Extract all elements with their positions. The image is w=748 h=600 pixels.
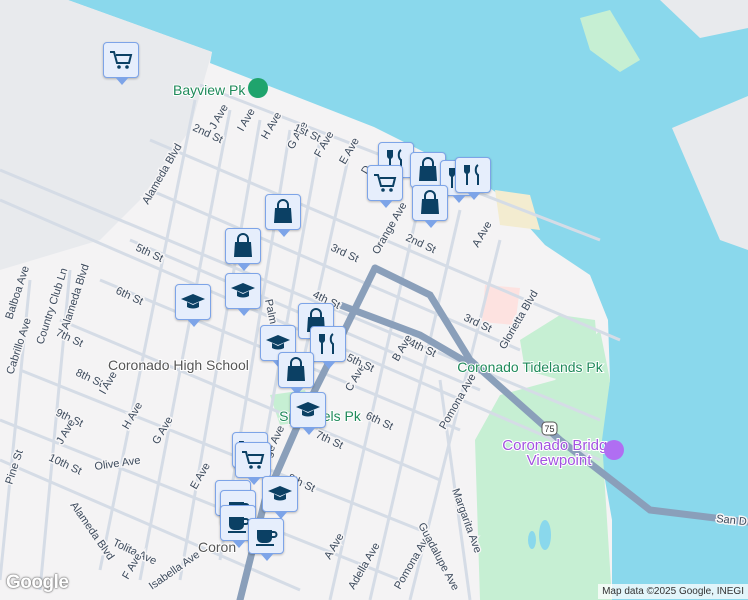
camera-icon[interactable]: [604, 440, 624, 460]
marker-shopping-cart[interactable]: [235, 442, 271, 485]
shopping-bag-icon: [421, 190, 439, 214]
shopping-bag-icon: [234, 233, 252, 257]
marker-shopping-bag[interactable]: [412, 185, 448, 228]
marker-graduation-cap[interactable]: [262, 476, 298, 519]
park-icon: [248, 78, 268, 98]
attribution[interactable]: Map data ©2025 Google, INEGI: [598, 584, 748, 599]
shopping-bag-icon: [287, 357, 305, 381]
marker-shopping-bag[interactable]: [265, 194, 301, 237]
marker-shopping-cart[interactable]: [367, 165, 403, 208]
marker-shopping-cart[interactable]: [103, 42, 139, 85]
city-label: Coron: [198, 539, 236, 555]
marker-shopping-bag[interactable]: [225, 228, 261, 271]
graduation-cap-icon: [268, 486, 292, 501]
shopping-bag-icon: [274, 199, 292, 223]
graduation-cap-icon: [181, 294, 205, 309]
park-label[interactable]: Coronado Tidelands Pk: [456, 358, 605, 376]
marker-graduation-cap[interactable]: [225, 273, 261, 316]
shopping-cart-icon: [242, 451, 265, 469]
restaurant-icon: [464, 164, 479, 185]
graduation-cap-icon: [296, 402, 320, 417]
poi-label[interactable]: Viewpoint: [526, 451, 594, 470]
coffee-icon: [256, 530, 278, 546]
marker-shopping-bag[interactable]: [278, 352, 314, 395]
school-label: Coronado High School: [108, 357, 249, 373]
restaurant-icon: [319, 333, 334, 354]
marker-coffee[interactable]: [248, 518, 284, 561]
graduation-cap-icon: [231, 283, 255, 298]
marker-graduation-cap[interactable]: [175, 284, 211, 327]
highway-shield: 75: [544, 424, 554, 434]
marker-graduation-cap[interactable]: [290, 392, 326, 435]
park-label: Bayview Pk: [173, 82, 246, 98]
marker-restaurant[interactable]: [455, 157, 491, 200]
shopping-cart-icon: [110, 51, 133, 69]
google-logo: Google: [6, 572, 69, 593]
shopping-cart-icon: [374, 174, 397, 192]
marker-restaurant[interactable]: [310, 326, 346, 369]
shopping-bag-icon: [419, 157, 437, 181]
map-canvas[interactable]: 75 Bayview Pk Coronado Tidelands Pk Spre…: [0, 0, 748, 600]
